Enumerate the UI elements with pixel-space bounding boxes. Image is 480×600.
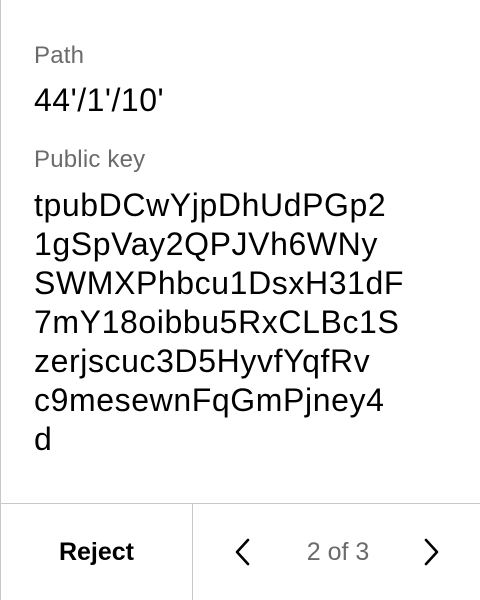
- path-label: Path: [34, 42, 85, 69]
- public-key-line: zerjscuc3D5HyvfYqfRv: [34, 343, 371, 379]
- public-key-line: SWMXPhbcu1DsxH31dF: [34, 265, 405, 301]
- public-key-label: Public key: [34, 146, 146, 173]
- page-indicator: 2 of 3: [306, 537, 370, 566]
- next-page-button[interactable]: [407, 528, 455, 576]
- pagination: 2 of 3: [193, 504, 480, 600]
- review-screen: Path 44'/1'/10' Public key tpubDCwYjpDhU…: [0, 0, 480, 600]
- public-key-line: 7mY18oibbu5RxCLBc1S: [34, 304, 400, 340]
- reject-button[interactable]: Reject: [1, 504, 193, 600]
- path-value: 44'/1'/10': [34, 82, 165, 118]
- previous-page-button[interactable]: [219, 528, 267, 576]
- chevron-right-icon: [424, 538, 439, 566]
- public-key-line: tpubDCwYjpDhUdPGp2: [34, 187, 387, 223]
- public-key-line: c9mesewnFqGmPjney4: [34, 382, 385, 418]
- public-key-line: 1gSpVay2QPJVh6WNy: [34, 226, 378, 262]
- public-key-value: tpubDCwYjpDhUdPGp2 1gSpVay2QPJVh6WNy SWM…: [34, 186, 404, 459]
- footer-bar: Reject 2 of 3: [1, 503, 480, 600]
- chevron-left-icon: [235, 538, 250, 566]
- public-key-line: d: [34, 421, 53, 457]
